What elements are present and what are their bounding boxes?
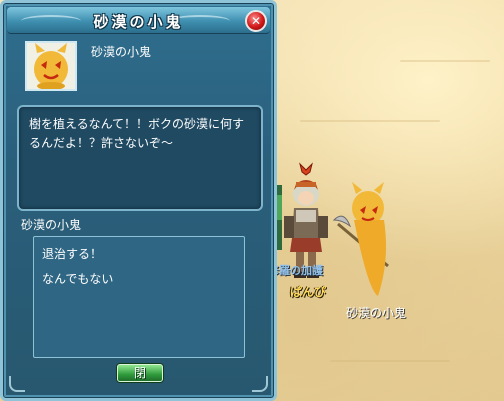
close-icon[interactable]: ✕ bbox=[245, 10, 267, 32]
dialog-titlebar[interactable]: 砂漠の小鬼 bbox=[7, 7, 270, 34]
sand-streak bbox=[300, 120, 440, 122]
npc-message: 樹を植えるなんて！！ボクの砂漠に何するんだよ！？許さないぞ〜 bbox=[29, 117, 245, 150]
close-button[interactable]: 閉 bbox=[117, 364, 163, 382]
choice-exterminate[interactable]: 退治する！ bbox=[42, 245, 102, 262]
npc-dialog-window: 砂漠の小鬼 ✕ 砂漠の小鬼 樹を植えるなんて！！ボクの砂漠に何するんだよ！？許さ… bbox=[0, 0, 277, 401]
dialog-title: 砂漠の小鬼 bbox=[93, 13, 184, 31]
player-name-label: ぱんぴ bbox=[290, 285, 327, 299]
sand-streak bbox=[330, 360, 450, 362]
npc-portrait bbox=[25, 41, 77, 91]
desert-imp-portrait-icon bbox=[27, 43, 75, 89]
frame-corner-ornament bbox=[252, 376, 268, 392]
message-box: 樹を植えるなんて！！ボクの砂漠に何するんだよ！？許さないぞ〜 bbox=[17, 105, 263, 211]
choice-nothing[interactable]: なんでもない bbox=[42, 270, 113, 287]
desert-imp-npc[interactable] bbox=[330, 180, 400, 305]
choice-list: 退治する！ なんでもない bbox=[33, 236, 245, 358]
frame-corner-ornament bbox=[9, 376, 25, 392]
npc-name: 砂漠の小鬼 bbox=[91, 45, 152, 59]
speaker-label: 砂漠の小鬼 bbox=[21, 218, 82, 232]
sand-streak bbox=[400, 60, 490, 62]
npc-name-label: 砂漠の小鬼 bbox=[346, 306, 407, 320]
